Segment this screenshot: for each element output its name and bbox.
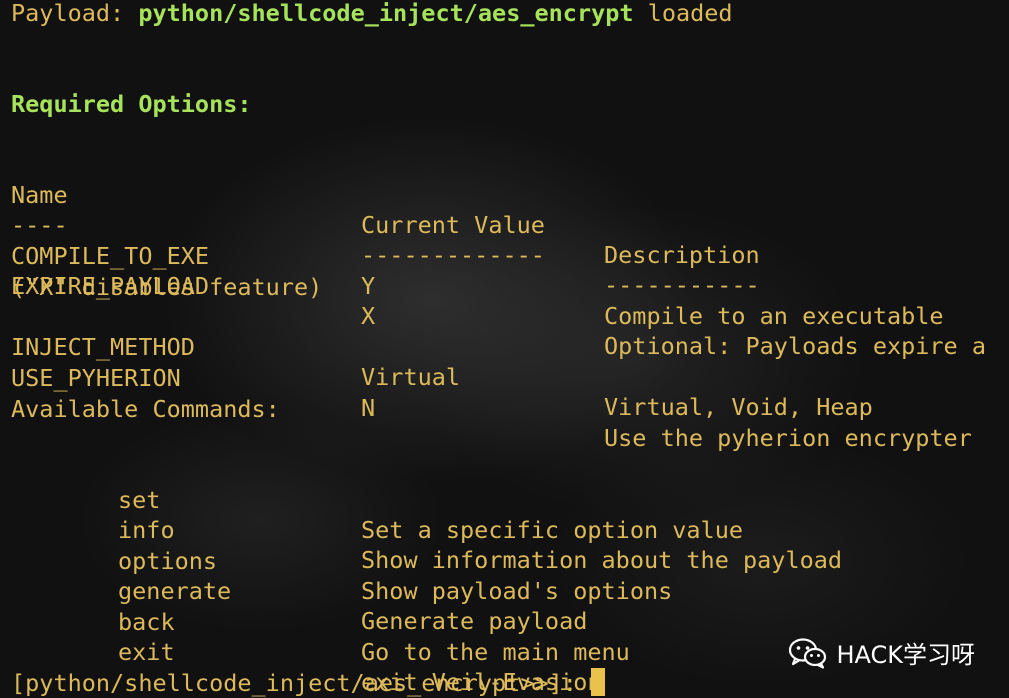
option-row: COMPILE_TO_EXE Y Compile to an executabl… — [0, 211, 1009, 330]
watermark: HACK学习呀 — [788, 635, 975, 670]
command-row: exit exit Veil-Evasion — [0, 607, 1009, 696]
wechat-icon — [789, 637, 827, 669]
payload-loaded-line: Payload: python/shellcode_inject/aes_enc… — [11, 0, 733, 28]
option-row: EXPIRE_PAYLOAD X Optional: Payloads expi… — [0, 241, 1009, 360]
options-separator-row: ---- ------------- ----------- — [0, 180, 1009, 299]
separator-description: ----------- — [604, 271, 760, 299]
command-row: back Go to the main menu — [0, 577, 1009, 666]
command-description: Go to the main menu — [361, 638, 630, 666]
option-row: INJECT_METHOD Virtual Virtual, Void, Hea… — [0, 302, 1009, 421]
terminal-window[interactable]: Payload: python/shellcode_inject/aes_enc… — [0, 0, 1009, 698]
watermark-text: HACK学习呀 — [836, 641, 975, 669]
required-options-title: Required Options: — [11, 90, 252, 118]
option-description: Use the pyherion encrypter — [604, 424, 972, 452]
option-name: USE_PYHERION — [11, 364, 181, 392]
option-description: Virtual, Void, Heap — [604, 393, 873, 421]
text-cursor[interactable] — [591, 668, 606, 696]
option-value: Y — [361, 272, 376, 300]
command-row: set Set a specific option value — [0, 455, 1009, 544]
command-row: info Show information about the payload — [0, 485, 1009, 574]
command-name: exit — [118, 638, 175, 666]
option-description-wrap: ("X" disables feature) — [11, 273, 323, 301]
available-commands-title: Available Commands: — [11, 395, 280, 423]
payload-suffix: loaded — [633, 0, 733, 27]
option-row: USE_PYHERION N Use the pyherion encrypte… — [0, 333, 1009, 452]
payload-name: python/shellcode_inject/aes_encrypt — [138, 0, 634, 27]
option-value: Virtual — [361, 363, 461, 391]
command-row: generate Generate payload — [0, 546, 1009, 635]
payload-prefix: Payload: — [11, 0, 139, 27]
command-row: options Show payload's options — [0, 516, 1009, 605]
command-prompt: [python/shellcode_inject/aes_encrypt>>]: — [11, 669, 592, 697]
options-header-row: Name Current Value Description — [0, 150, 1009, 269]
option-value: N — [361, 394, 376, 422]
command-prompt-line[interactable]: [python/shellcode_inject/aes_encrypt>>]: — [11, 668, 606, 698]
